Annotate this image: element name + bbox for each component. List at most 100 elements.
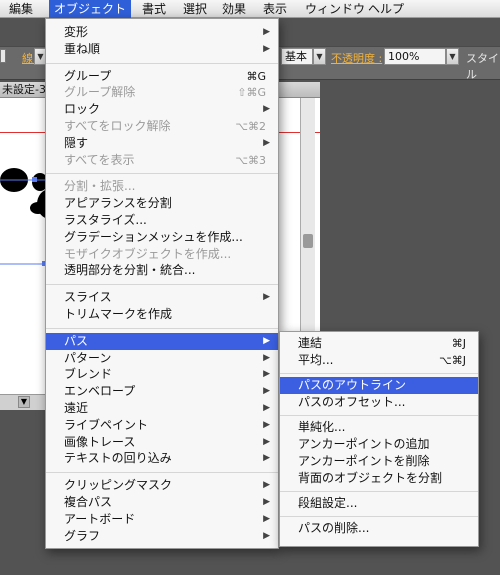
menu-item[interactable]: ラスタライズ... xyxy=(46,212,278,229)
menu-item[interactable]: 背面のオブジェクトを分割 xyxy=(280,470,478,487)
menubar-item[interactable]: 選択 xyxy=(178,0,212,18)
menu-item[interactable]: パスのアウトライン xyxy=(280,377,478,394)
menu-item[interactable]: グループ ⌘G xyxy=(46,68,278,85)
menu-item-label: 単純化... xyxy=(298,420,346,434)
menu-bar: 編集 オブジェクト 書式 選択 効果 表示 ウィンドウ ヘルプ xyxy=(0,0,500,18)
opacity-dropdown-arrow[interactable]: ▼ xyxy=(446,48,459,65)
menu-item[interactable]: 透明部分を分割・統合... xyxy=(46,262,278,279)
menu-item[interactable]: グラフ ▶ xyxy=(46,528,278,545)
menu-item[interactable]: 隠す ▶ xyxy=(46,135,278,152)
menu-separator xyxy=(46,284,278,286)
menu-item[interactable]: 遠近 ▶ xyxy=(46,400,278,417)
menu-item-label: 画像トレース xyxy=(64,434,136,449)
scrollbar-thumb[interactable] xyxy=(303,234,313,248)
menu-item-label: アートボード xyxy=(64,511,136,526)
opacity-label[interactable]: 不透明度 : xyxy=(331,50,382,66)
menu-item-label: 段組設定... xyxy=(298,496,358,510)
menu-item[interactable]: 変形 ▶ xyxy=(46,24,278,41)
menu-separator xyxy=(280,415,478,416)
menubar-item[interactable]: 書式 xyxy=(137,0,171,18)
menu-item[interactable]: ロック ▶ xyxy=(46,101,278,118)
menu-item[interactable]: 連結 ⌘J xyxy=(280,335,478,352)
control-bar-swatch[interactable] xyxy=(0,49,6,63)
menu-item[interactable]: 画像トレース ▶ xyxy=(46,434,278,451)
menu-item-label: ライブペイント xyxy=(64,417,149,432)
menu-separator xyxy=(46,62,278,64)
menu-item-shortcut: ⌥⌘2 xyxy=(235,120,266,133)
opacity-input[interactable]: 100% xyxy=(384,48,446,65)
menubar-item[interactable]: 効果 xyxy=(217,0,251,18)
menu-item[interactable]: アピアランスを分割 xyxy=(46,195,278,212)
submenu-arrow-icon: ▶ xyxy=(263,530,270,541)
style-label[interactable]: スタイル xyxy=(466,50,500,82)
menubar-item[interactable]: 表示 xyxy=(258,0,292,18)
menu-item[interactable]: トリムマークを作成 xyxy=(46,306,278,323)
menubar-item[interactable]: オブジェクト xyxy=(49,0,132,18)
menu-item-label: アンカーポイントを削除 xyxy=(298,454,430,468)
submenu-arrow-icon: ▶ xyxy=(263,369,270,380)
menu-item[interactable]: パス ▶ xyxy=(46,332,278,350)
object-menu: 変形 ▶ 重ね順 ▶ グループ ⌘G グループ解除 ⇧⌘G ロック ▶ すべてをロック解除 ⌥⌘2 隠す… xyxy=(45,18,279,549)
menu-separator xyxy=(46,472,278,474)
menu-item[interactable]: エンベロープ ▶ xyxy=(46,383,278,400)
zoom-dropdown-arrow[interactable]: ▼ xyxy=(18,396,30,408)
menu-item[interactable]: 複合パス ▶ xyxy=(46,494,278,511)
menubar-item[interactable]: ヘルプ xyxy=(363,0,409,18)
menu-item-label: グループ解除 xyxy=(64,85,136,100)
menu-separator xyxy=(280,516,478,517)
menu-item-shortcut: ⌥⌘3 xyxy=(235,153,266,167)
menu-item: すべてを表示 ⌥⌘3 xyxy=(46,152,278,169)
menu-item-label: パス xyxy=(64,333,89,348)
menu-item[interactable]: アンカーポイントの追加 xyxy=(280,436,478,453)
menu-item[interactable]: アンカーポイントを削除 xyxy=(280,453,478,470)
submenu-arrow-icon: ▶ xyxy=(263,453,270,464)
menu-item-label: すべてを表示 xyxy=(64,152,135,167)
menu-item[interactable]: クリッピングマスク ▶ xyxy=(46,477,278,494)
menubar-item[interactable]: 編集 xyxy=(4,0,38,18)
menu-item[interactable]: スライス ▶ xyxy=(46,289,278,306)
menu-item[interactable]: グラデーションメッシュを作成... xyxy=(46,229,278,246)
menu-item[interactable]: パスの削除... xyxy=(280,520,478,537)
menu-item-label: グループ xyxy=(64,68,112,83)
menu-item-label: 平均... xyxy=(298,353,334,367)
menu-item-label: クリッピングマスク xyxy=(64,478,173,493)
menubar-item[interactable]: ウィンドウ xyxy=(300,0,370,18)
menu-item-shortcut: ⌥⌘J xyxy=(439,354,466,367)
submenu-arrow-icon: ▶ xyxy=(263,292,270,303)
menu-separator xyxy=(280,373,478,374)
menu-item-label: パスの削除... xyxy=(298,521,370,535)
menu-item-label: 遠近 xyxy=(64,401,89,415)
submenu-arrow-icon: ▶ xyxy=(263,27,270,37)
menu-item-label: アンカーポイントの追加 xyxy=(298,437,430,451)
menu-item[interactable]: パターン ▶ xyxy=(46,350,278,367)
menu-item-label: トリムマークを作成 xyxy=(64,307,173,321)
menu-item-shortcut: ⇧⌘G xyxy=(237,86,266,100)
menu-item-label: スライス xyxy=(64,290,112,305)
path-submenu: 連結 ⌘J 平均... ⌥⌘J パスのアウトライン パスのオフセット... 単純化... アン… xyxy=(279,331,479,547)
brush-base-value[interactable]: 基本 xyxy=(281,48,313,65)
menu-item-label: パターン xyxy=(64,350,112,365)
menu-item-shortcut: ⌘G xyxy=(246,69,266,83)
menu-item[interactable]: 重ね順 ▶ xyxy=(46,41,278,58)
menu-item: モザイクオブジェクトを作成... xyxy=(46,246,278,263)
menu-item-label: アピアランスを分割 xyxy=(64,196,172,211)
menu-item[interactable]: ライブペイント ▶ xyxy=(46,417,278,434)
menu-item-label: モザイクオブジェクトを作成... xyxy=(64,246,232,261)
menu-item[interactable]: 段組設定... xyxy=(280,495,478,512)
menu-item-label: すべてをロック解除 xyxy=(64,119,171,133)
menu-item-label: ラスタライズ... xyxy=(64,213,147,227)
menu-item: グループ解除 ⇧⌘G xyxy=(46,84,278,101)
menu-item-label: 重ね順 xyxy=(64,41,101,56)
brush-dropdown-arrow[interactable]: ▼ xyxy=(313,48,326,65)
submenu-arrow-icon: ▶ xyxy=(263,104,270,115)
menu-item[interactable]: アートボード ▶ xyxy=(46,511,278,528)
menu-item[interactable]: 平均... ⌥⌘J xyxy=(280,352,478,369)
menu-item: 分割・拡張... xyxy=(46,178,278,195)
menu-item[interactable]: テキストの回り込み ▶ xyxy=(46,450,278,467)
menu-item[interactable]: 単純化... xyxy=(280,419,478,436)
menu-item[interactable]: ブレンド ▶ xyxy=(46,366,278,383)
menu-item-label: テキストの回り込み xyxy=(64,451,172,466)
menu-item[interactable]: パスのオフセット... xyxy=(280,394,478,411)
menu-item-shortcut: ⌘J xyxy=(451,337,466,350)
menu-separator xyxy=(280,491,478,492)
